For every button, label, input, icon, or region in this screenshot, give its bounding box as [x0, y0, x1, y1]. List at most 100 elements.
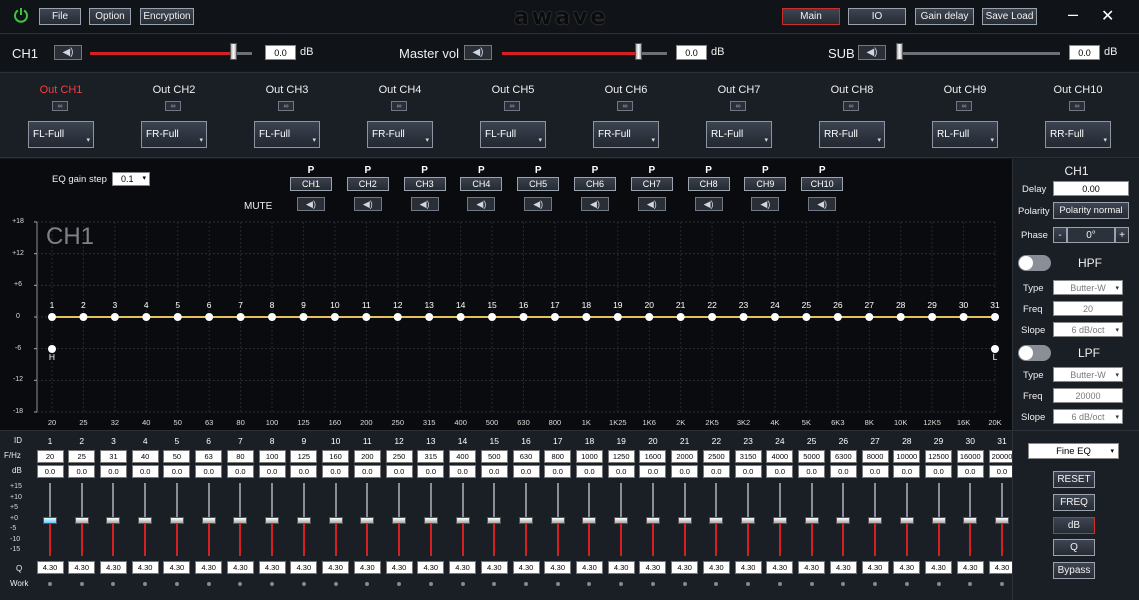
band-freq-input[interactable]: 50 [163, 450, 191, 463]
output-mode-dropdown[interactable]: RR-Full [819, 121, 885, 148]
band-q-input[interactable]: 4.30 [734, 561, 762, 574]
band-gain-input[interactable]: 0.0 [322, 465, 350, 478]
band-q-input[interactable]: 4.30 [512, 561, 540, 574]
band-freq-input[interactable]: 100 [258, 450, 286, 463]
minimize-button[interactable]: – [1068, 4, 1078, 25]
band-gain-input[interactable]: 0.0 [417, 465, 445, 478]
eq-band-point[interactable] [991, 313, 999, 321]
hpf-type-dropdown[interactable]: Butter-W [1053, 280, 1123, 295]
band-gain-input[interactable]: 0.0 [956, 465, 984, 478]
master-volume-slider[interactable] [502, 52, 667, 55]
band-fader-thumb[interactable] [931, 517, 946, 524]
band-fader-thumb[interactable] [392, 517, 407, 524]
eq-band-point[interactable] [79, 313, 88, 321]
link-icon[interactable]: ∞ [391, 101, 407, 111]
mute-speaker-icon[interactable]: ◀) [353, 197, 382, 211]
band-fader-thumb[interactable] [360, 517, 375, 524]
band-q-input[interactable]: 4.30 [417, 561, 445, 574]
close-button[interactable]: ✕ [1101, 6, 1114, 26]
band-q-input[interactable]: 4.30 [702, 561, 730, 574]
band-q-input[interactable]: 4.30 [258, 561, 286, 574]
band-freq-input[interactable]: 630 [512, 450, 540, 463]
phase-increase-button[interactable]: + [1115, 227, 1129, 243]
band-q-input[interactable]: 4.30 [861, 561, 889, 574]
eq-band-point[interactable] [833, 313, 842, 321]
band-gain-input[interactable]: 0.0 [36, 465, 64, 478]
eq-band-point[interactable] [330, 313, 339, 321]
band-q-input[interactable]: 4.30 [131, 561, 159, 574]
band-q-input[interactable]: 4.30 [353, 561, 381, 574]
band-gain-input[interactable]: 0.0 [353, 465, 381, 478]
band-freq-input[interactable]: 6300 [829, 450, 857, 463]
band-fader-thumb[interactable] [296, 517, 311, 524]
band-gain-input[interactable]: 0.0 [575, 465, 603, 478]
band-gain-input[interactable]: 0.0 [163, 465, 191, 478]
link-icon[interactable]: ∞ [1069, 101, 1085, 111]
link-icon[interactable]: ∞ [617, 101, 633, 111]
band-fader-thumb[interactable] [804, 517, 819, 524]
eq-band-point[interactable] [362, 313, 371, 321]
band-freq-input[interactable]: 12500 [925, 450, 953, 463]
band-freq-input[interactable]: 800 [544, 450, 572, 463]
band-q-input[interactable]: 4.30 [925, 561, 953, 574]
link-icon[interactable]: ∞ [843, 101, 859, 111]
band-fader-thumb[interactable] [899, 517, 914, 524]
eq-channel-button[interactable]: CH2 [346, 177, 389, 191]
output-mode-dropdown[interactable]: FL-Full [28, 121, 94, 148]
ch1-volume-value[interactable]: 0.0 [265, 45, 296, 60]
eq-band-point[interactable] [268, 313, 277, 321]
mute-speaker-icon[interactable]: ◀) [581, 197, 609, 211]
output-mode-dropdown[interactable]: FL-Full [480, 121, 546, 148]
band-freq-input[interactable]: 40 [131, 450, 159, 463]
band-fader-thumb[interactable] [265, 517, 280, 524]
band-q-input[interactable]: 4.30 [163, 561, 191, 574]
band-fader-thumb[interactable] [741, 517, 756, 524]
output-mode-dropdown[interactable]: FR-Full [593, 121, 659, 148]
band-fader-thumb[interactable] [582, 517, 597, 524]
band-freq-input[interactable]: 500 [480, 450, 508, 463]
band-fader-thumb[interactable] [233, 517, 248, 524]
band-gain-input[interactable]: 0.0 [131, 465, 159, 478]
link-icon[interactable]: ∞ [730, 101, 746, 111]
eq-band-point[interactable] [393, 313, 402, 321]
polarity-button[interactable]: Polarity normal [1053, 202, 1129, 219]
output-mode-dropdown[interactable]: FR-Full [367, 121, 433, 148]
band-q-input[interactable]: 4.30 [449, 561, 477, 574]
eq-band-point[interactable] [488, 313, 497, 321]
eq-band-point[interactable] [928, 313, 937, 321]
eq-channel-button[interactable]: CH4 [460, 177, 503, 191]
band-freq-input[interactable]: 1000 [575, 450, 603, 463]
hpf-slope-dropdown[interactable]: 6 dB/oct [1053, 322, 1123, 337]
band-gain-input[interactable]: 0.0 [829, 465, 857, 478]
eq-band-point[interactable] [456, 313, 465, 321]
bypass-button[interactable]: Bypass [1053, 562, 1095, 579]
eq-band-point[interactable] [205, 313, 214, 321]
band-q-input[interactable]: 4.30 [385, 561, 413, 574]
band-gain-input[interactable]: 0.0 [258, 465, 286, 478]
eq-mode-dropdown[interactable]: Fine EQ ▾ [1028, 443, 1119, 459]
output-mode-dropdown[interactable]: RL-Full [932, 121, 998, 148]
band-gain-input[interactable]: 0.0 [798, 465, 826, 478]
mute-speaker-icon[interactable]: ◀) [637, 197, 666, 211]
band-q-input[interactable]: 4.30 [766, 561, 794, 574]
band-fader-thumb[interactable] [487, 517, 502, 524]
band-freq-input[interactable]: 4000 [766, 450, 794, 463]
output-mode-dropdown[interactable]: FR-Full [141, 121, 207, 148]
band-gain-input[interactable]: 0.0 [925, 465, 953, 478]
eq-band-point[interactable] [896, 313, 905, 321]
band-q-input[interactable]: 4.30 [226, 561, 254, 574]
band-q-input[interactable]: 4.30 [639, 561, 667, 574]
mute-speaker-icon[interactable]: ◀) [694, 197, 723, 211]
band-fader-thumb[interactable] [550, 517, 565, 524]
band-fader-thumb[interactable] [836, 517, 851, 524]
eq-band-point[interactable] [708, 313, 717, 321]
eq-channel-button[interactable]: CH1 [290, 177, 332, 191]
mute-speaker-icon[interactable]: ◀) [467, 197, 496, 211]
sub-volume-value[interactable]: 0.0 [1069, 45, 1100, 60]
master-volume-value[interactable]: 0.0 [676, 45, 707, 60]
band-gain-input[interactable]: 0.0 [639, 465, 667, 478]
band-fader-thumb[interactable] [772, 517, 787, 524]
gain-delay-tab[interactable]: Gain delay [915, 8, 974, 25]
band-freq-input[interactable]: 25 [68, 450, 96, 463]
eq-gain-step-dropdown[interactable]: 0.1 ▾ [112, 172, 150, 186]
